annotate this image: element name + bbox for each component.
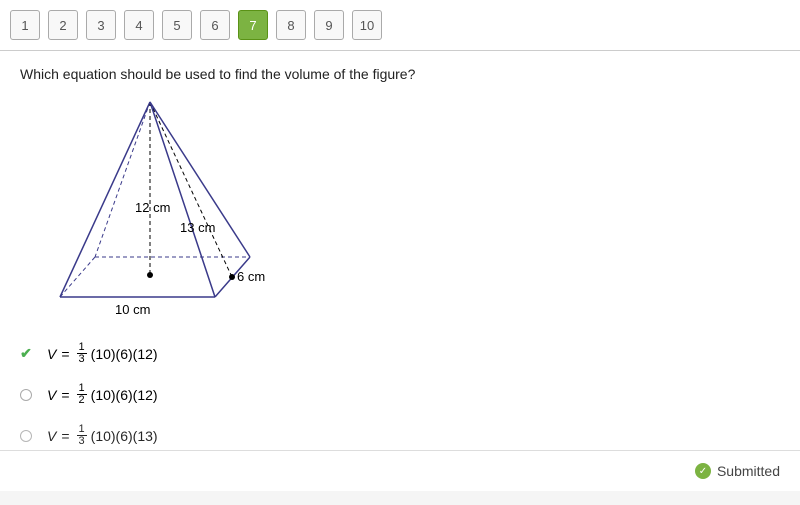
nav-2[interactable]: 2: [48, 10, 78, 40]
nav-7[interactable]: 7: [238, 10, 268, 40]
question-nav: 1 2 3 4 5 6 7 8 9 10: [0, 0, 800, 51]
pyramid-figure: 12 cm 13 cm 6 cm 10 cm: [40, 97, 780, 322]
option-3-equation: V = 13 (10)(6)(13): [47, 424, 158, 447]
submitted-status: ✓ Submitted: [695, 463, 780, 479]
nav-1[interactable]: 1: [10, 10, 40, 40]
option-3[interactable]: V = 13 (10)(6)(13): [20, 424, 780, 447]
label-slant: 13 cm: [180, 220, 215, 235]
option-1-equation: V = 13 (10)(6)(12): [47, 342, 158, 365]
nav-3[interactable]: 3: [86, 10, 116, 40]
content-area: Which equation should be used to find th…: [0, 51, 800, 451]
label-side: 6 cm: [237, 269, 265, 284]
label-base: 10 cm: [115, 302, 150, 317]
nav-8[interactable]: 8: [276, 10, 306, 40]
option-1[interactable]: ✔ V = 13 (10)(6)(12): [20, 342, 780, 365]
check-circle-icon: ✓: [695, 463, 711, 479]
nav-10[interactable]: 10: [352, 10, 382, 40]
nav-9[interactable]: 9: [314, 10, 344, 40]
footer: ✓ Submitted: [0, 451, 800, 491]
answer-options: ✔ V = 13 (10)(6)(12) V = 12 (10)(6)(12) …: [20, 342, 780, 447]
label-height: 12 cm: [135, 200, 170, 215]
check-icon: ✔: [20, 348, 32, 360]
option-2-equation: V = 12 (10)(6)(12): [47, 383, 158, 406]
radio-icon: [20, 389, 32, 401]
nav-4[interactable]: 4: [124, 10, 154, 40]
radio-icon: [20, 430, 32, 442]
nav-5[interactable]: 5: [162, 10, 192, 40]
nav-6[interactable]: 6: [200, 10, 230, 40]
question-text: Which equation should be used to find th…: [20, 66, 780, 82]
submitted-label: Submitted: [717, 463, 780, 479]
option-2[interactable]: V = 12 (10)(6)(12): [20, 383, 780, 406]
